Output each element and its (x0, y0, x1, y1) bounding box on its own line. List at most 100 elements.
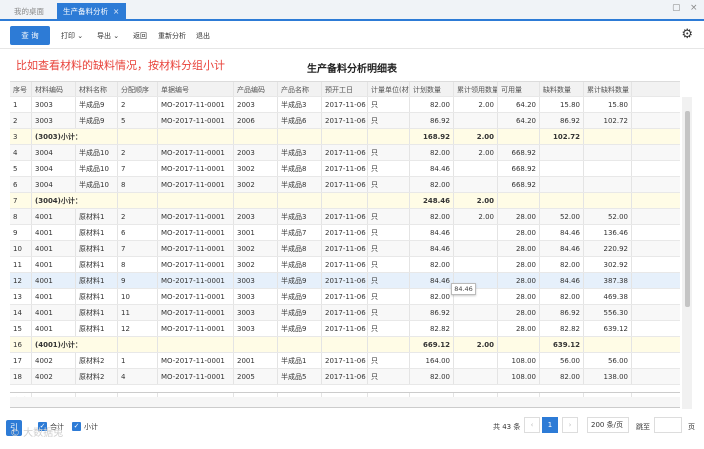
table-row[interactable]: 9 4001 原材料1 6 MO-2017-11-0001 3001 半成品7 2017-11… (10, 225, 680, 241)
table-cell: MO-2017-11-0001 (158, 145, 234, 160)
tab-my-desktop[interactable]: 我的桌面 (8, 3, 50, 21)
table-cell: 3 (10, 129, 32, 144)
subtotal-row[interactable]: 16 (4001)小计： 669.12 2.00 639.12 (10, 337, 680, 353)
table-cell (368, 129, 410, 144)
table-row[interactable]: 2 3003 半成品9 5 MO-2017-11-0001 2006 半成品6 2017-11… (10, 113, 680, 129)
vertical-scrollbar[interactable] (682, 97, 692, 409)
table-cell: MO-2017-11-0001 (158, 241, 234, 256)
table-row[interactable]: 8 4001 原材料1 2 MO-2017-11-0001 2003 半成品3 2017-11… (10, 209, 680, 225)
table-cell (454, 305, 498, 320)
horizontal-scrollbar[interactable] (10, 397, 680, 407)
table-row[interactable]: 17 4002 原材料2 1 MO-2017-11-0001 2001 半成品1 2017-1… (10, 353, 680, 369)
tab-production-analysis[interactable]: 生产备料分析 × (57, 3, 126, 21)
table-row[interactable]: 10 4001 原材料1 7 MO-2017-11-0001 3002 半成品8 2017-1… (10, 241, 680, 257)
table-row[interactable]: 13 4001 原材料1 10 MO-2017-11-0001 3003 半成品9 2017-… (10, 289, 680, 305)
table-cell: 86.92 (410, 113, 454, 128)
table-cell (454, 321, 498, 336)
print-menu[interactable]: 打印 ⌄ (61, 31, 83, 41)
table-cell: 3003 (234, 305, 278, 320)
table-cell: 4 (118, 369, 158, 384)
table-cell: 3003 (32, 97, 76, 112)
table-row[interactable]: 4 3004 半成品10 2 MO-2017-11-0001 2003 半成品3 2017-1… (10, 145, 680, 161)
footer-bar: 引 ✓ 合计 ✓ 小计 共 43 条 ‹ 1 › 200 条/页 跳至 页 (0, 410, 704, 449)
table-row[interactable]: 14 4001 原材料1 11 MO-2017-11-0001 3003 半成品9 2017-… (10, 305, 680, 321)
table-cell: 只 (368, 161, 410, 176)
subtotal-row[interactable]: 7 (3004)小计： 248.46 2.00 (10, 193, 680, 209)
table-row[interactable]: 6 3004 半成品10 8 MO-2017-11-0001 3002 半成品8 2017-1… (10, 177, 680, 193)
table-row[interactable]: 18 4002 原材料2 4 MO-2017-11-0001 2005 半成品5 2017-1… (10, 369, 680, 385)
table-cell: 半成品7 (278, 225, 322, 240)
table-row[interactable]: 11 4001 原材料1 8 MO-2017-11-0001 3002 半成品8 2017-1… (10, 257, 680, 273)
table-cell: 84.46 (540, 273, 584, 288)
table-cell: 原材料1 (76, 241, 118, 256)
page-size-select[interactable]: 200 条/页 (587, 417, 629, 433)
table-cell: MO-2017-11-0001 (158, 225, 234, 240)
exit-button[interactable]: 退出 (196, 31, 210, 41)
table-cell: 2017-11-06 (322, 321, 368, 336)
table-cell: 4001 (32, 209, 76, 224)
watermark: © 大数据兔 (10, 428, 64, 439)
table-cell (454, 241, 498, 256)
table-row[interactable]: 1 3003 半成品9 2 MO-2017-11-0001 2003 半成品3 2017-11… (10, 97, 680, 113)
table-cell: 半成品9 (278, 273, 322, 288)
table-row[interactable]: 15 4001 原材料1 12 MO-2017-11-0001 3003 半成品9 2017-… (10, 321, 680, 337)
export-label: 导出 (97, 32, 111, 40)
record-count: 共 43 条 (493, 423, 521, 431)
table-cell: 2.00 (454, 209, 498, 224)
table-cell: 668.92 (498, 145, 540, 160)
table-row[interactable]: 5 3004 半成品10 7 MO-2017-11-0001 3002 半成品8 2017-1… (10, 161, 680, 177)
restore-window-icon[interactable]: ▢ (672, 3, 681, 13)
table-cell: 只 (368, 145, 410, 160)
next-page-button[interactable]: › (562, 417, 578, 433)
table-cell: 302.92 (584, 257, 632, 272)
prev-page-button[interactable]: ‹ (524, 417, 540, 433)
goto-page-input[interactable] (654, 417, 682, 433)
table-cell: 3002 (234, 161, 278, 176)
table-cell: 只 (368, 305, 410, 320)
table-cell: 3004 (32, 145, 76, 160)
table-cell: 3003 (234, 289, 278, 304)
table-cell: 3002 (234, 257, 278, 272)
reanalyze-button[interactable]: 重新分析 (158, 31, 186, 41)
table-cell: 387.38 (584, 273, 632, 288)
page-1-button[interactable]: 1 (542, 417, 558, 433)
table-cell: 28.00 (498, 257, 540, 272)
table-cell: 639.12 (584, 321, 632, 336)
back-button[interactable]: 返回 (133, 31, 147, 41)
scrollbar-thumb[interactable] (685, 111, 690, 307)
table-cell: 半成品9 (278, 305, 322, 320)
export-menu[interactable]: 导出 ⌄ (97, 31, 119, 41)
table-cell: 2017-11-06 (322, 353, 368, 368)
table-cell: 只 (368, 225, 410, 240)
chevron-down-icon: ⌄ (113, 32, 120, 40)
table-cell: 12 (10, 273, 32, 288)
goto-label: 跳至 (636, 423, 650, 431)
table-cell: 15.80 (584, 97, 632, 112)
table-cell: 13 (10, 289, 32, 304)
table-cell: 3001 (234, 225, 278, 240)
table-cell: 108.00 (498, 369, 540, 384)
table-cell (584, 145, 632, 160)
table-cell: 84.46 (540, 241, 584, 256)
table-cell (454, 225, 498, 240)
table-cell: 28.00 (498, 241, 540, 256)
table-cell: 15 (10, 321, 32, 336)
subtotal-checkbox[interactable]: ✓ (72, 422, 81, 431)
table-cell: 2017-11-06 (322, 257, 368, 272)
table-row[interactable]: 12 4001 原材料1 9 MO-2017-11-0001 3003 半成品9 2017-1… (10, 273, 680, 289)
table-cell: 2017-11-06 (322, 97, 368, 112)
table-cell: 1 (10, 97, 32, 112)
close-window-icon[interactable]: × (690, 3, 698, 13)
table-cell: 28.00 (498, 209, 540, 224)
query-button[interactable]: 查 询 (10, 26, 50, 45)
table-cell: 4001 (32, 273, 76, 288)
table-cell: 半成品10 (76, 161, 118, 176)
table-cell: 82.00 (410, 177, 454, 192)
gear-icon[interactable]: ⚙ (681, 27, 693, 42)
table-cell (584, 129, 632, 144)
column-header: 累计领用数量 (454, 82, 498, 96)
subtotal-row[interactable]: 3 (3003)小计： 168.92 2.00 102.72 (10, 129, 680, 145)
table-cell: 6 (118, 225, 158, 240)
close-tab-icon[interactable]: × (113, 7, 119, 16)
table-cell: 164.00 (410, 353, 454, 368)
